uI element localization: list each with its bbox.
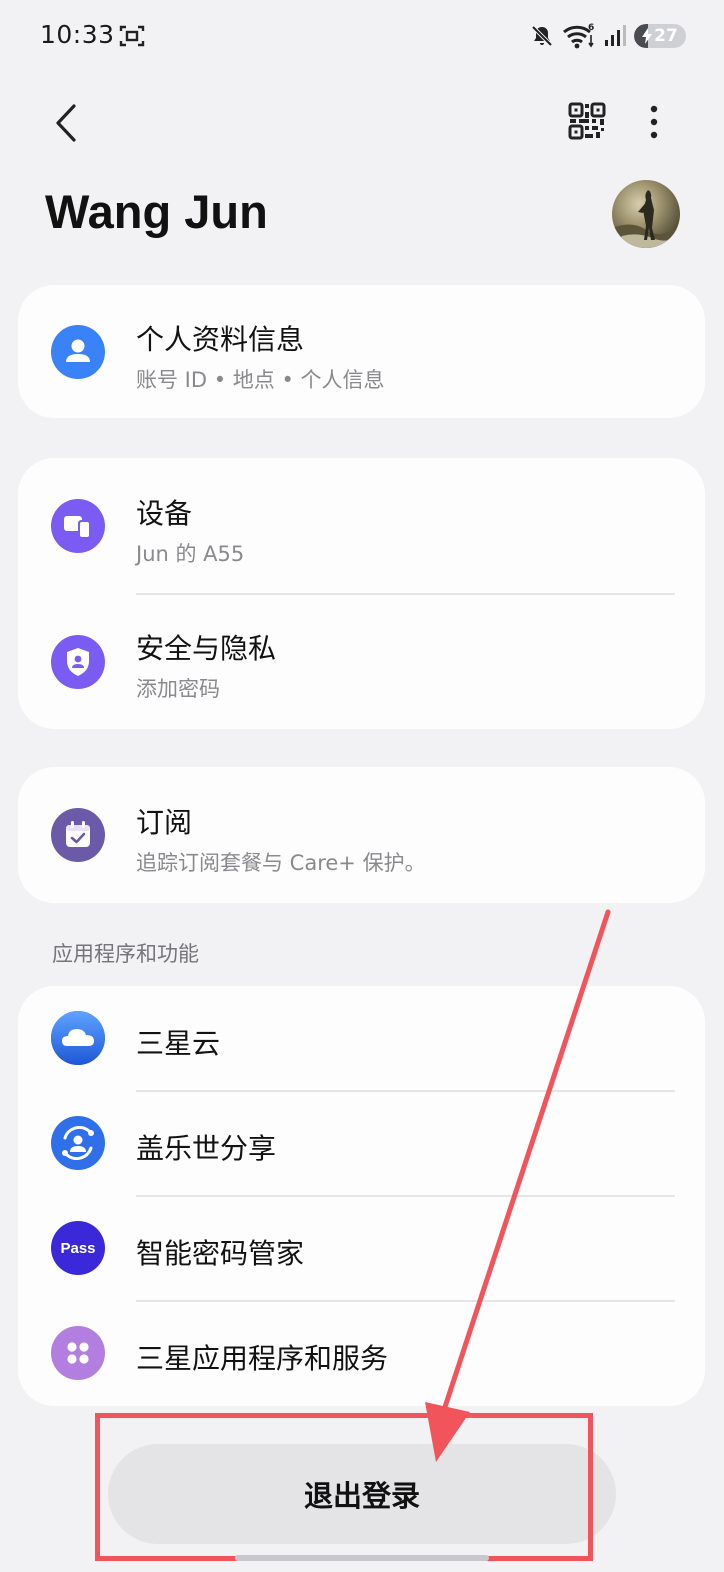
quick-share-item[interactable]: 盖乐世分享 (18, 1092, 705, 1196)
person-icon (51, 325, 105, 379)
subscription-subtitle: 追踪订阅套餐与 Care+ 保护。 (136, 851, 426, 875)
devices-title: 设备 (136, 497, 193, 530)
status-icons: 6 27 (530, 22, 686, 50)
page-title: Wang Jun (45, 185, 268, 238)
home-indicator (235, 1555, 489, 1561)
profile-info-item[interactable]: 个人资料信息 账号 ID • 地点 • 个人信息 (18, 285, 705, 418)
profile-info-title: 个人资料信息 (136, 323, 305, 356)
subscription-title: 订阅 (136, 806, 193, 839)
apps-grid-icon (51, 1326, 105, 1380)
pass-title: 智能密码管家 (136, 1237, 305, 1270)
samsung-cloud-title: 三星云 (136, 1027, 221, 1060)
samsung-apps-services-item[interactable]: 三星应用程序和服务 (18, 1302, 705, 1406)
pass-icon-text: Pass (60, 1239, 96, 1257)
security-privacy-title: 安全与隐私 (136, 632, 277, 665)
qr-code-button[interactable] (566, 100, 608, 142)
battery-level: 27 (654, 26, 678, 46)
apps-card: 三星云 盖乐世分享 Pass 智能密码管家 三星应用程序和服务 (18, 986, 705, 1406)
profile-info-subtitle: 账号 ID • 地点 • 个人信息 (136, 368, 385, 392)
back-button[interactable] (44, 98, 92, 148)
security-privacy-item[interactable]: 安全与隐私 添加密码 (18, 595, 705, 729)
devices-subtitle: Jun 的 A55 (136, 542, 245, 566)
chevron-left-icon (56, 104, 76, 142)
more-vertical-icon (650, 105, 658, 139)
status-bar: 10:33 6 27 (0, 0, 724, 72)
security-privacy-subtitle: 添加密码 (136, 677, 220, 701)
devices-item[interactable]: 设备 Jun 的 A55 (18, 458, 705, 594)
signal-icon (605, 25, 626, 46)
charging-bolt-icon (642, 28, 653, 44)
wifi-icon: 6 (563, 23, 594, 49)
device-security-card: 设备 Jun 的 A55 安全与隐私 添加密码 (18, 458, 705, 729)
cloud-icon (51, 1011, 105, 1065)
more-options-button[interactable] (636, 100, 672, 144)
quick-share-icon (51, 1116, 105, 1170)
apps-section-label: 应用程序和功能 (52, 942, 199, 966)
devices-icon (51, 499, 105, 553)
qr-code-icon (568, 102, 606, 140)
annotation-highlight-box (95, 1413, 593, 1561)
screenshot-icon (119, 25, 145, 47)
samsung-cloud-item[interactable]: 三星云 (18, 986, 705, 1091)
pass-item[interactable]: Pass 智能密码管家 (18, 1197, 705, 1301)
quick-share-title: 盖乐世分享 (136, 1132, 277, 1165)
subscription-item[interactable]: 订阅 追踪订阅套餐与 Care+ 保护。 (18, 767, 705, 903)
profile-card: 个人资料信息 账号 ID • 地点 • 个人信息 (18, 285, 705, 418)
samsung-apps-services-title: 三星应用程序和服务 (136, 1342, 389, 1375)
subscription-card: 订阅 追踪订阅套餐与 Care+ 保护。 (18, 767, 705, 903)
battery-indicator: 27 (634, 24, 686, 48)
shield-person-icon (51, 635, 105, 689)
mute-icon (531, 25, 553, 47)
status-time: 10:33 (40, 20, 115, 49)
pass-icon: Pass (51, 1221, 105, 1275)
avatar[interactable] (612, 180, 680, 248)
svg-text:6: 6 (588, 23, 594, 33)
avatar-image (612, 180, 680, 248)
calendar-check-icon (51, 808, 105, 862)
